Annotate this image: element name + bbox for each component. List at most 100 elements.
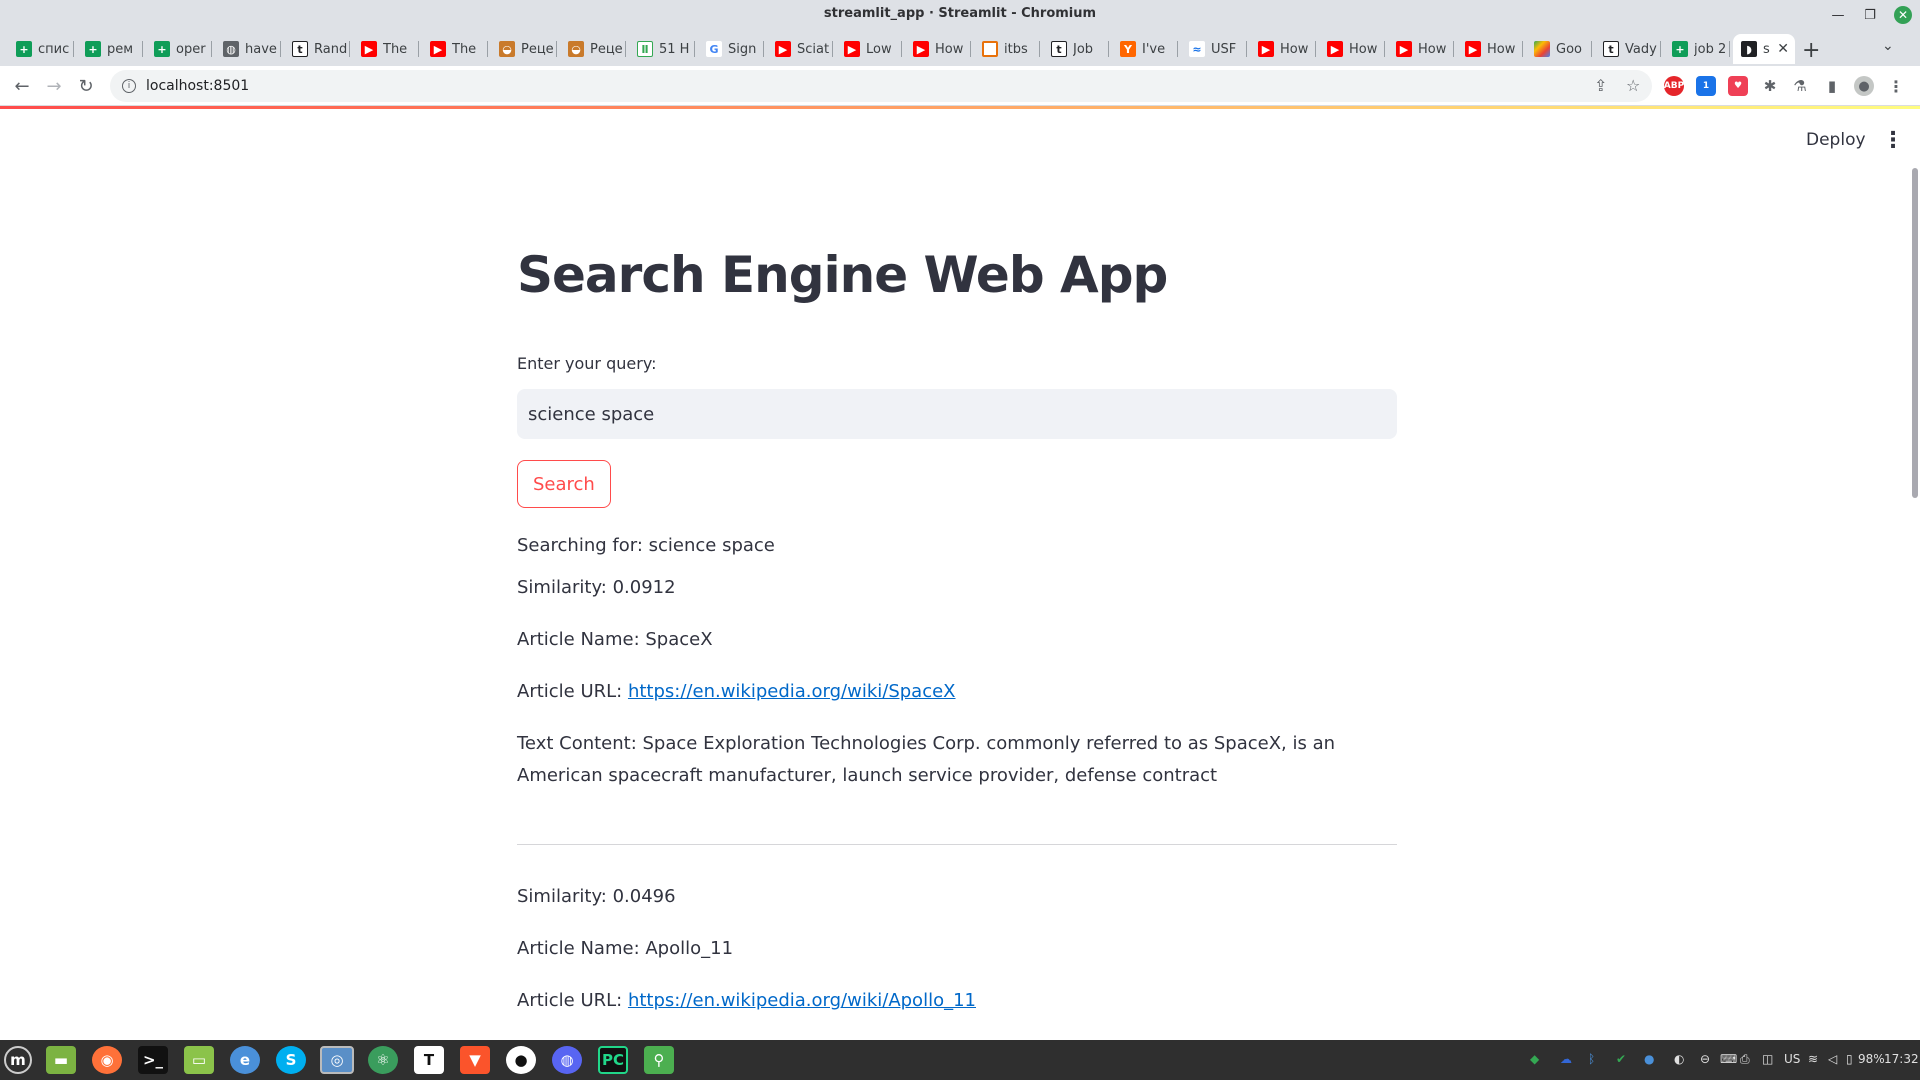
browser-tab[interactable]: ▶ How <box>1457 34 1523 64</box>
new-tab-icon[interactable]: + <box>1802 38 1820 63</box>
bookmark-star-icon[interactable]: ☆ <box>1626 76 1640 95</box>
tool-app-icon[interactable]: ⚲ <box>644 1046 674 1074</box>
tray-app-icon[interactable]: ◆ <box>1530 1052 1539 1066</box>
side-panel-icon[interactable]: ▮ <box>1822 76 1842 96</box>
browser-tab[interactable]: + job 2 <box>1664 34 1730 64</box>
browser-tab[interactable]: ◒ Реце <box>491 34 557 64</box>
labs-flask-icon[interactable]: ⚗ <box>1790 76 1810 96</box>
forward-arrow-icon[interactable]: → <box>42 74 66 98</box>
browser-tab[interactable]: ▶ How <box>1388 34 1454 64</box>
firefox-icon[interactable]: ◉ <box>92 1046 122 1074</box>
browser-tab[interactable]: ▶ How <box>905 34 971 64</box>
mint-menu-icon[interactable]: m <box>4 1046 32 1074</box>
browser-tab[interactable]: + рем <box>77 34 143 64</box>
browser-tab[interactable]: ▶ Low <box>836 34 902 64</box>
address-bar[interactable]: i localhost:8501 ⇪ ☆ <box>110 70 1652 102</box>
browser-tab[interactable]: ◗ s ✕ <box>1733 34 1795 64</box>
browser-menu-icon[interactable]: ⋮ <box>1886 76 1906 96</box>
restore-icon[interactable]: ❐ <box>1858 3 1882 27</box>
browser-tab[interactable]: + спис <box>8 34 74 64</box>
browser-tab[interactable]: + oper <box>146 34 212 64</box>
printer-icon[interactable]: ⎙ <box>1740 1052 1750 1067</box>
streamlit-icon: ◗ <box>1741 41 1757 57</box>
share-icon[interactable]: ⇪ <box>1594 76 1607 95</box>
tray-cloud-icon[interactable]: ☁ <box>1560 1052 1572 1066</box>
typora-icon[interactable]: T <box>414 1046 444 1074</box>
bluetooth-icon[interactable]: ᛒ <box>1588 1052 1595 1066</box>
search-result: Similarity: 0.0496 Article Name: Apollo_… <box>517 881 1397 1017</box>
back-arrow-icon[interactable]: ← <box>10 74 34 98</box>
profile-avatar-icon[interactable]: ● <box>1854 76 1874 96</box>
tab-separator <box>694 41 695 57</box>
browser-tab[interactable]: Y I've <box>1112 34 1178 64</box>
browser-tab[interactable]: t Rand <box>284 34 350 64</box>
minimize-icon[interactable]: — <box>1826 3 1850 27</box>
skype-icon[interactable]: S <box>276 1046 306 1074</box>
chromium-running-icon[interactable]: ◎ <box>320 1046 354 1074</box>
main-menu-icon[interactable]: ⋮ <box>1880 126 1906 154</box>
pocket-icon[interactable]: ♥ <box>1728 76 1748 96</box>
result-article-name: Article Name: Apollo_11 <box>517 938 734 959</box>
browser-tab[interactable]: ▶ How <box>1250 34 1316 64</box>
result-article-link[interactable]: https://en.wikipedia.org/wiki/SpaceX <box>628 681 956 702</box>
battery-icon[interactable]: ▯ <box>1846 1052 1853 1066</box>
scrollbar-thumb[interactable] <box>1912 168 1918 498</box>
browser-tab[interactable]: ◍ have <box>215 34 281 64</box>
tab-separator <box>832 41 833 57</box>
search-button[interactable]: Search <box>517 460 611 508</box>
adblock-extension-icon[interactable]: ABP <box>1664 76 1684 96</box>
tab-search-chevron-icon[interactable]: ⌄ <box>1882 38 1894 54</box>
tray-keyboard-icon[interactable]: ⌨ <box>1720 1052 1737 1066</box>
browser-tab[interactable]: itbs <box>974 34 1040 64</box>
tray-window-icon[interactable]: ◫ <box>1762 1052 1773 1066</box>
terminal-icon[interactable]: >_ <box>138 1046 168 1074</box>
youtube-icon: ▶ <box>775 41 791 57</box>
query-input[interactable] <box>517 389 1397 439</box>
tab-label: How <box>1418 41 1447 57</box>
browser-tab[interactable]: ▶ The <box>353 34 419 64</box>
tab-separator <box>970 41 971 57</box>
window-titlebar: streamlit_app · Streamlit - Chromium — ❐… <box>0 0 1920 30</box>
keyboard-layout[interactable]: US <box>1784 1052 1800 1066</box>
extensions-puzzle-icon[interactable]: ✱ <box>1760 76 1780 96</box>
result-article-link[interactable]: https://en.wikipedia.org/wiki/Apollo_11 <box>628 990 976 1011</box>
close-tab-icon[interactable]: ✕ <box>1777 41 1789 57</box>
deploy-button[interactable]: Deploy <box>1796 124 1876 156</box>
files-folder-icon[interactable]: ▭ <box>184 1046 214 1074</box>
browser-tab[interactable]: Ⅱ 51 H <box>629 34 695 64</box>
tab-label: USF <box>1211 41 1237 57</box>
browser-tab[interactable]: ▶ Sciat <box>767 34 833 64</box>
tab-separator <box>1246 41 1247 57</box>
ghost-app-icon[interactable]: ● <box>506 1046 536 1074</box>
reload-icon[interactable]: ↻ <box>74 74 98 98</box>
browser-tab[interactable]: t Vady <box>1595 34 1661 64</box>
youtube-icon: ▶ <box>1396 41 1412 57</box>
close-window-icon[interactable]: ✕ <box>1894 6 1912 24</box>
browser-tab[interactable]: ≈ USF <box>1181 34 1247 64</box>
tray-notification-icon[interactable]: ● <box>1644 1052 1654 1066</box>
extension-badge-icon[interactable]: 1 <box>1696 76 1716 96</box>
browser-tab[interactable]: t Job <box>1043 34 1109 64</box>
browser-app-icon[interactable]: e <box>230 1046 260 1074</box>
brave-icon[interactable]: ▼ <box>460 1046 490 1074</box>
browser-tab[interactable]: ▶ How <box>1319 34 1385 64</box>
browser-tab[interactable]: ◒ Реце <box>560 34 626 64</box>
wifi-icon[interactable]: ≋ <box>1808 1052 1818 1066</box>
update-check-icon[interactable]: ✔ <box>1616 1052 1626 1066</box>
browser-tab[interactable]: ▶ The <box>422 34 488 64</box>
tray-misc-icon[interactable]: ◐ <box>1674 1052 1684 1066</box>
browser-tab[interactable]: G Sign <box>698 34 764 64</box>
discord-icon[interactable]: ◍ <box>552 1046 582 1074</box>
pycharm-icon[interactable]: PC <box>598 1046 628 1074</box>
show-desktop-icon[interactable]: ▬ <box>46 1046 76 1074</box>
site-info-icon[interactable]: i <box>122 79 136 93</box>
t-box-icon: t <box>292 41 308 57</box>
battery-percent: 98% <box>1858 1052 1885 1066</box>
volume-icon[interactable]: ◁ <box>1828 1052 1837 1066</box>
address-url[interactable]: localhost:8501 <box>146 78 249 94</box>
atom-icon[interactable]: ⚛ <box>368 1046 398 1074</box>
clock[interactable]: 17:32 <box>1884 1052 1919 1066</box>
tray-link-icon[interactable]: ⊖ <box>1700 1052 1710 1066</box>
globe-icon: ◍ <box>223 41 239 57</box>
browser-tab[interactable]: Goo <box>1526 34 1592 64</box>
